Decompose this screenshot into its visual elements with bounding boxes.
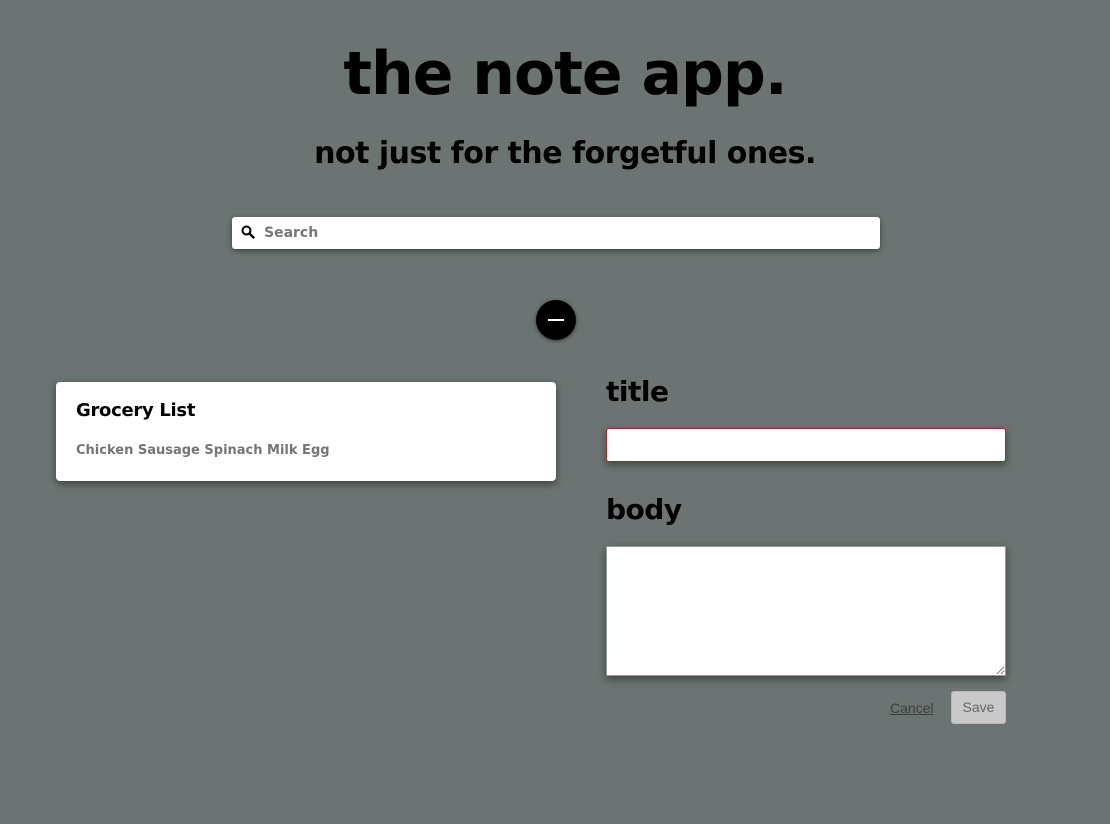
- body-textarea[interactable]: [606, 546, 1006, 676]
- app-subtitle: not just for the forgetful ones.: [314, 136, 816, 171]
- app-title: the note app.: [343, 39, 787, 109]
- search-input[interactable]: [264, 217, 864, 249]
- minus-icon: [548, 319, 564, 321]
- title-label: title: [606, 375, 669, 408]
- toggle-form-button[interactable]: [536, 300, 576, 340]
- body-label: body: [606, 493, 682, 526]
- search-icon: [241, 225, 255, 239]
- note-title: Grocery List: [76, 400, 196, 421]
- save-button[interactable]: Save: [951, 691, 1006, 724]
- search-bar[interactable]: [232, 217, 880, 249]
- note-body: Chicken Sausage Spinach Milk Egg: [76, 443, 330, 458]
- title-input[interactable]: [606, 428, 1006, 462]
- cancel-link[interactable]: Cancel: [890, 700, 934, 716]
- note-card[interactable]: Grocery List Chicken Sausage Spinach Mil…: [56, 382, 556, 481]
